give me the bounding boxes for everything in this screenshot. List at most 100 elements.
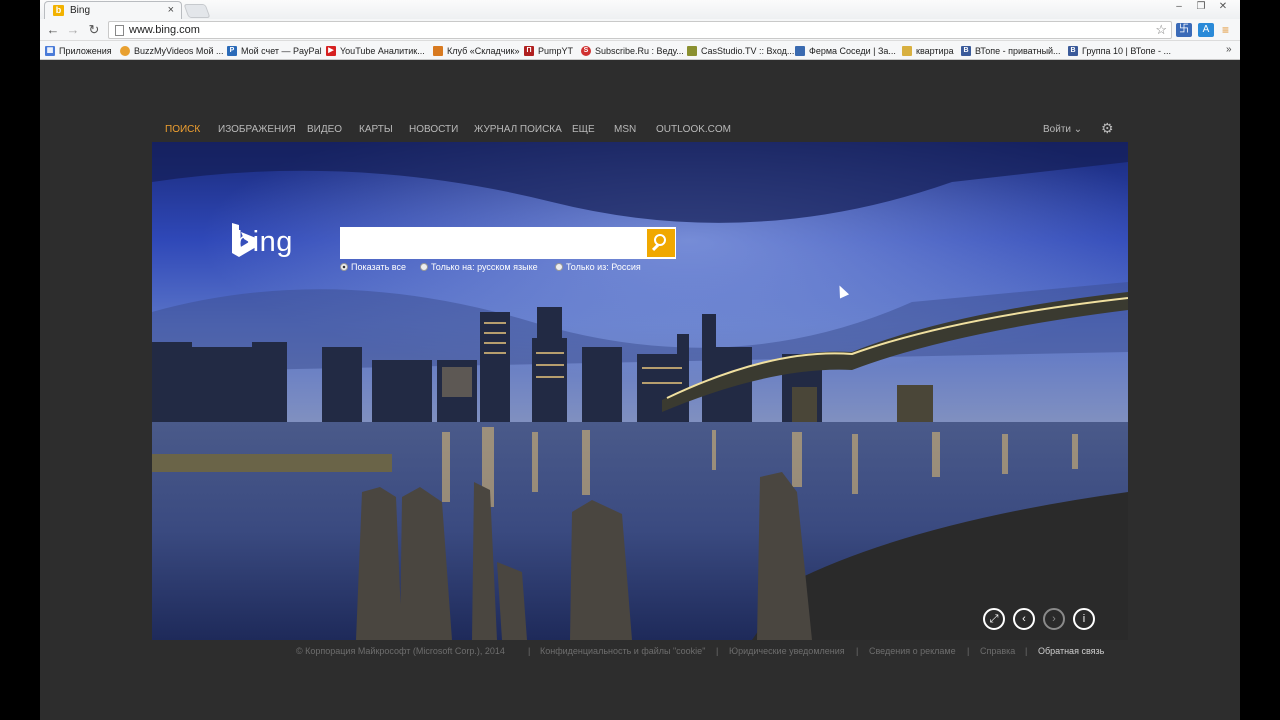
tab-title: Bing — [70, 5, 91, 16]
search-box — [340, 227, 676, 259]
vtope-icon: B — [961, 46, 971, 56]
bookmark-label: Ферма Соседи | За... — [809, 46, 896, 56]
footer-separator: | — [716, 646, 719, 656]
bookmark-star-icon[interactable]: ☆ — [1155, 22, 1167, 38]
left-black-border — [0, 0, 40, 720]
nav-video[interactable]: ВИДЕО — [307, 124, 342, 135]
bookmark-item[interactable]: Π PumpYT — [524, 44, 573, 58]
footer-feedback-link[interactable]: Обратная связь — [1038, 646, 1104, 656]
club-icon — [433, 46, 443, 56]
bookmark-item[interactable]: ▦ Приложения — [45, 44, 112, 58]
bookmark-label: Группа 10 | ВТопе - ... — [1082, 46, 1171, 56]
bookmark-label: Subscribe.Ru : Веду... — [595, 46, 684, 56]
radio-show-all[interactable]: Показать все — [340, 262, 406, 272]
next-icon[interactable]: › — [1043, 608, 1065, 630]
subscribe-icon: S — [581, 46, 591, 56]
nav-news[interactable]: НОВОСТИ — [409, 124, 458, 135]
nav-msn[interactable]: MSN — [614, 124, 636, 135]
footer-copyright: © Корпорация Майкрософт (Microsoft Corp.… — [296, 646, 505, 656]
radio-label: Показать все — [351, 262, 406, 272]
bookmark-item[interactable]: CasStudio.TV :: Вход... — [687, 44, 794, 58]
tab-bing[interactable]: b Bing × — [44, 1, 182, 19]
footer-separator: | — [528, 646, 531, 656]
bookmark-item[interactable]: квартира — [902, 44, 954, 58]
search-button[interactable] — [647, 229, 675, 257]
bookmark-label: YouTube Аналитик... — [340, 46, 425, 56]
bookmark-item[interactable]: P Мой счет — PayPal — [227, 44, 322, 58]
footer-separator: | — [856, 646, 859, 656]
bookmark-label: Приложения — [59, 46, 112, 56]
bookmark-item[interactable]: BuzzMyVideos Мой ... — [120, 44, 224, 58]
radio-dot — [555, 263, 563, 271]
radio-label: Только из: Россия — [566, 262, 641, 272]
nav-outlook[interactable]: OUTLOOK.COM — [656, 124, 731, 135]
radio-dot — [340, 263, 348, 271]
bookmark-label: Мой счет — PayPal — [241, 46, 322, 56]
bookmark-label: BuzzMyVideos Мой ... — [134, 46, 224, 56]
browser-toolbar: ← → ↻ www.bing.com ☆ 卐 A ≡ — [40, 19, 1240, 41]
new-tab-button[interactable] — [183, 4, 211, 18]
bookmarks-bar: ▦ Приложения BuzzMyVideos Мой ... P Мой сч… — [40, 41, 1240, 60]
vtope-group-icon: B — [1068, 46, 1078, 56]
previous-icon[interactable]: ‹ — [1013, 608, 1035, 630]
expand-icon[interactable]: ⤢ — [983, 608, 1005, 630]
nav-maps[interactable]: КАРТЫ — [359, 124, 393, 135]
search-input[interactable] — [343, 230, 643, 256]
bookmark-item[interactable]: Клуб «Складчик» — [433, 44, 519, 58]
close-window-button[interactable]: ✕ — [1212, 0, 1234, 14]
pump-icon: Π — [524, 46, 534, 56]
back-icon[interactable]: ← — [44, 21, 62, 39]
footer-privacy-link[interactable]: Конфиденциальность и файлы "cookie" — [540, 646, 705, 656]
city-night-photo — [152, 142, 1128, 640]
login-link[interactable]: Войти ⌄ — [1043, 124, 1082, 135]
bookmark-item[interactable]: S Subscribe.Ru : Веду... — [581, 44, 684, 58]
radio-russia-region[interactable]: Только из: Россия — [555, 262, 641, 272]
url-text: www.bing.com — [129, 24, 200, 36]
nav-search-history[interactable]: ЖУРНАЛ ПОИСКА — [474, 124, 562, 135]
bookmark-label: PumpYT — [538, 46, 574, 56]
language-extension-icon[interactable]: A — [1198, 23, 1214, 37]
nav-search[interactable]: ПОИСК — [165, 124, 200, 135]
reload-icon[interactable]: ↻ — [85, 21, 103, 39]
buzz-icon — [120, 46, 130, 56]
chrome-menu-icon[interactable]: ≡ — [1222, 23, 1229, 37]
gear-icon[interactable]: ⚙ — [1101, 120, 1114, 137]
translate-extension-icon[interactable]: 卐 — [1176, 23, 1192, 37]
maximize-button[interactable]: ❐ — [1190, 0, 1212, 14]
folder-icon — [902, 46, 912, 56]
footer-legal-link[interactable]: Юридические уведомления — [729, 646, 845, 656]
bookmarks-more-button[interactable]: » — [1226, 44, 1232, 55]
nav-more[interactable]: ЕЩЕ — [572, 124, 595, 135]
paypal-icon: P — [227, 46, 237, 56]
footer-help-link[interactable]: Справка — [980, 646, 1015, 656]
radio-russian-language[interactable]: Только на: русском языке — [420, 262, 538, 272]
search-icon-handle — [651, 243, 660, 252]
bookmark-item[interactable]: B Группа 10 | ВТопе - ... — [1068, 44, 1171, 58]
radio-label: Только на: русском языке — [431, 262, 538, 272]
address-bar[interactable]: www.bing.com ☆ — [108, 21, 1172, 39]
bookmark-item[interactable]: ▶ YouTube Аналитик... — [326, 44, 425, 58]
title-bar: b Bing × ‒ ❐ ✕ — [40, 0, 1240, 19]
bookmark-item[interactable]: B ВТопе - приватный... — [961, 44, 1061, 58]
browser-window: b Bing × ‒ ❐ ✕ ← → ↻ www.bing.com ☆ 卐 A … — [40, 0, 1240, 720]
nav-images[interactable]: ИЗОБРАЖЕНИЯ — [218, 124, 296, 135]
bookmark-label: квартира — [916, 46, 954, 56]
right-black-border — [1240, 0, 1280, 720]
tab-close-icon[interactable]: × — [168, 4, 174, 16]
cas-icon — [687, 46, 697, 56]
minimize-button[interactable]: ‒ — [1168, 0, 1190, 14]
bing-favicon-icon: b — [53, 5, 64, 16]
bookmark-item[interactable]: Ферма Соседи | За... — [795, 44, 896, 58]
bookmark-label: Клуб «Складчик» — [447, 46, 520, 56]
radio-dot — [420, 263, 428, 271]
hero-image: bing Показать все Только на: русском язы… — [152, 142, 1128, 640]
page-icon — [115, 25, 124, 36]
bing-logo: bing — [230, 222, 293, 262]
forward-icon[interactable]: → — [64, 21, 82, 39]
bookmark-label: ВТопе - приватный... — [975, 46, 1061, 56]
footer-ads-link[interactable]: Сведения о рекламе — [869, 646, 956, 656]
info-icon[interactable]: i — [1073, 608, 1095, 630]
bookmark-label: CasStudio.TV :: Вход... — [701, 46, 795, 56]
bing-b-icon — [232, 223, 256, 257]
apps-icon: ▦ — [45, 46, 55, 56]
